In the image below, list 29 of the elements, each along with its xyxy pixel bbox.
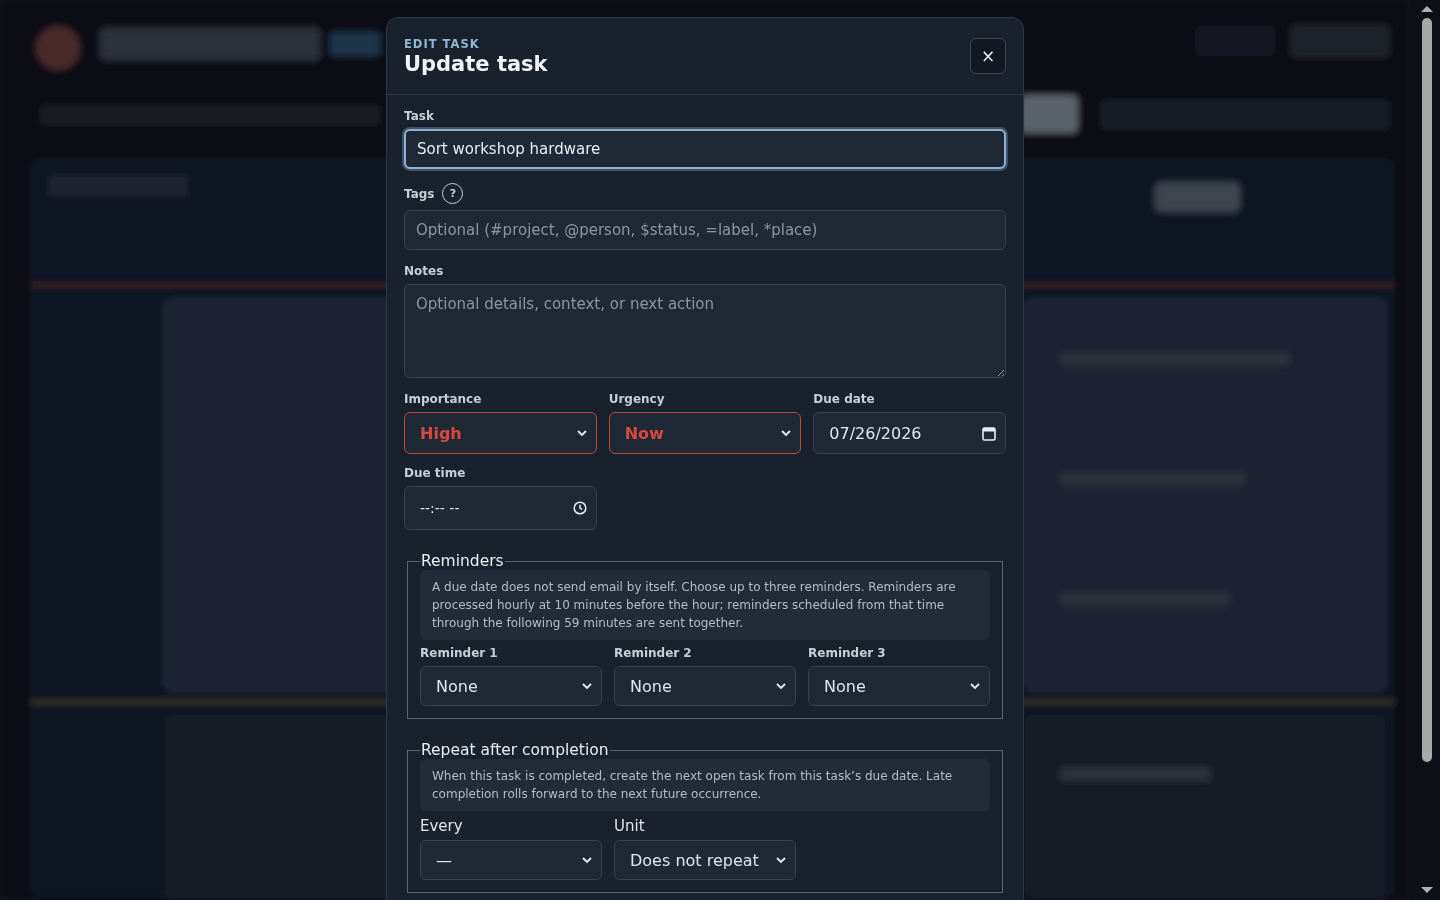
field-label: Due time [404, 466, 467, 480]
reminder-select[interactable]: None [420, 666, 602, 706]
field-label: Tags [404, 186, 435, 201]
field-label: Urgency [608, 392, 666, 406]
field-label: Every [420, 817, 464, 835]
field-label: Importance [404, 392, 483, 406]
field-label: Due date [813, 392, 876, 406]
help-note: A due date does not send email by itself. Choose up to three reminders. Reminders are processed hourly at 10 minutes before the hour; reminders scheduled from that time through the following 59 minutes are sent together. [420, 570, 990, 640]
help-note: When this task is completed, create the next open task from this task’s due date. Late completion rolls forward to the next future occurrence. [420, 759, 990, 811]
time-field[interactable]: --:-- -- [404, 486, 597, 530]
field-label: Task [404, 109, 435, 123]
field-label: Reminder 2 [614, 646, 693, 660]
field-label: Unit [614, 817, 646, 835]
dialog-eyebrow: EDIT TASK [404, 36, 481, 51]
field-label: Reminder 1 [420, 646, 499, 660]
fieldset-legend: Repeat after completion [420, 741, 610, 759]
field-label: Notes [404, 264, 445, 278]
reminder-select[interactable]: None [614, 666, 796, 706]
interval-select[interactable]: — [420, 840, 602, 880]
unit-select[interactable]: Does not repeat [614, 840, 796, 880]
field-label: Reminder 3 [808, 646, 887, 660]
reminder-select[interactable]: None [808, 666, 990, 706]
date-field[interactable]: 07/26/2026 [813, 412, 1006, 454]
tags-input[interactable]: Optional (#project, @person, $status, =label, *place) [404, 210, 1006, 250]
notes-input[interactable]: Optional details, context, or next action [404, 284, 1006, 378]
task-input[interactable]: Sort workshop hardware [404, 129, 1006, 169]
fieldset-legend: Reminders [420, 552, 505, 570]
dialog-title: Update task [404, 51, 548, 76]
close-button[interactable]: × [970, 38, 1006, 74]
